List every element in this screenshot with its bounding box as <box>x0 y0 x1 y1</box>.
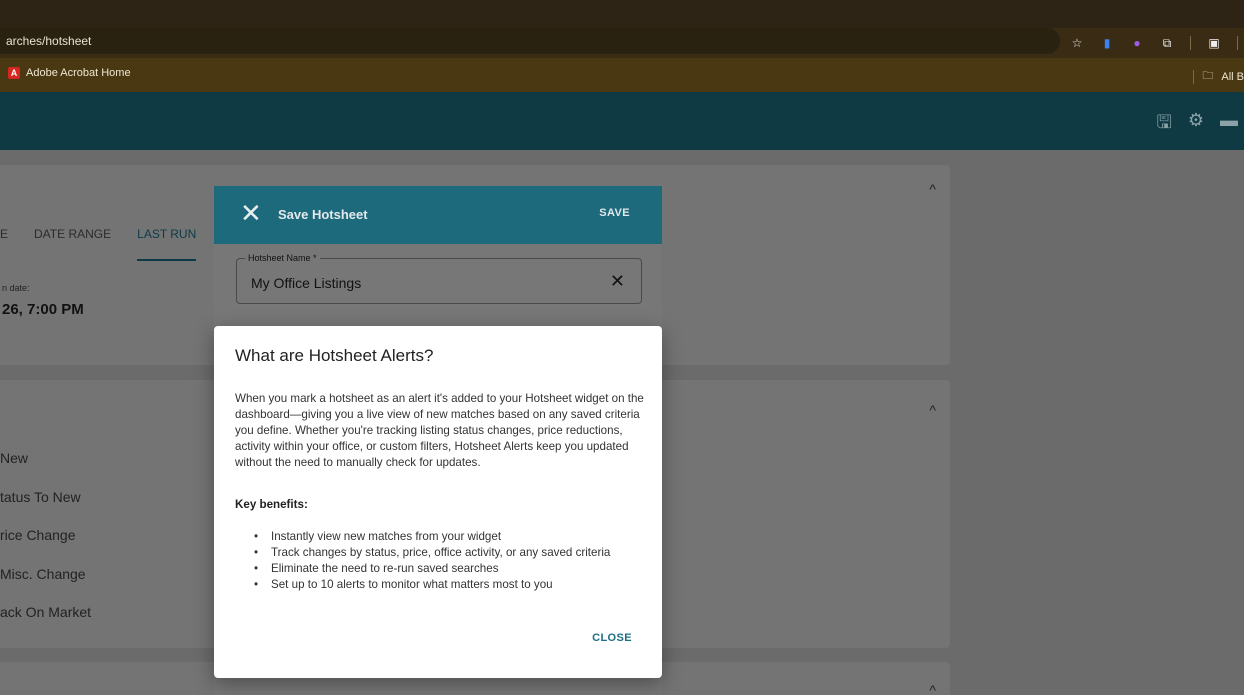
list-item: Instantly view new matches from your wid… <box>254 529 654 545</box>
clear-icon[interactable]: ✕ <box>610 271 625 292</box>
collapse-chevron-icon[interactable]: ^ <box>929 682 936 695</box>
info-body: When you mark a hotsheet as an alert it'… <box>235 392 644 469</box>
tab-e[interactable]: E <box>0 227 8 261</box>
run-date-value: 26, 7:00 PM <box>2 301 84 318</box>
benefits-list: Instantly view new matches from your wid… <box>254 529 654 593</box>
run-date-label: n date: <box>2 283 30 293</box>
bookmarks-divider <box>1193 69 1195 84</box>
extension-purple-icon[interactable]: ● <box>1130 36 1144 50</box>
close-icon[interactable]: ✕ <box>240 200 262 226</box>
list-item: Set up to 10 alerts to monitor what matt… <box>254 577 654 593</box>
list-item: Eliminate the need to re-run saved searc… <box>254 561 654 577</box>
toolbar-divider <box>1237 36 1238 50</box>
save-icon[interactable]: 🖫 <box>1157 110 1172 140</box>
hotsheet-name-field[interactable]: Hotsheet Name * My Office Listings ✕ <box>236 253 642 304</box>
gear-icon[interactable]: ⚙ <box>1188 110 1204 140</box>
puzzle-icon[interactable]: ⧉ <box>1160 36 1174 50</box>
benefits-title: Key benefits: <box>235 498 308 511</box>
bookmark-label: Adobe Acrobat Home <box>26 67 131 79</box>
list-item[interactable]: tatus To New <box>0 489 91 528</box>
list-item[interactable]: rice Change <box>0 527 91 566</box>
extension-blue-icon[interactable]: ▮ <box>1100 36 1114 50</box>
url-text[interactable]: arches/hotsheet <box>6 34 91 48</box>
save-button[interactable]: SAVE <box>599 207 630 219</box>
field-value[interactable]: My Office Listings <box>251 275 361 291</box>
header-actions: 🖫 ⚙ ▬ <box>1157 110 1238 140</box>
close-button[interactable]: CLOSE <box>592 632 632 644</box>
bookmarks-bar: A Adobe Acrobat Home 🗀 All B <box>0 58 1244 92</box>
tab-date-range[interactable]: DATE RANGE <box>34 227 111 261</box>
field-label: Hotsheet Name * <box>245 253 320 263</box>
info-title: What are Hotsheet Alerts? <box>235 346 434 365</box>
toolbar-divider <box>1190 36 1191 50</box>
status-list: New tatus To New rice Change Misc. Chang… <box>0 450 91 643</box>
all-bookmarks-label: All B <box>1221 70 1244 83</box>
app-header: 🖫 ⚙ ▬ <box>0 92 1244 150</box>
all-bookmarks[interactable]: 🗀 All B <box>1193 67 1244 86</box>
collapse-chevron-icon[interactable]: ^ <box>929 181 936 197</box>
hotsheet-alerts-info-dialog: What are Hotsheet Alerts? When you mark … <box>214 326 662 678</box>
list-item[interactable]: Misc. Change <box>0 566 91 605</box>
browser-tabstrip <box>0 0 1244 30</box>
bookmark-adobe-acrobat[interactable]: A Adobe Acrobat Home <box>8 67 131 79</box>
list-item[interactable]: New <box>0 450 91 489</box>
date-tabs: E DATE RANGE LAST RUN <box>0 227 197 261</box>
dialog-title: Save Hotsheet <box>278 207 368 222</box>
pdf-icon: A <box>8 67 20 79</box>
folder-icon[interactable]: ▬ <box>1220 110 1238 140</box>
list-item[interactable]: ack On Market <box>0 604 91 643</box>
list-item: Track changes by status, price, office a… <box>254 545 654 561</box>
dialog-header: ✕ Save Hotsheet SAVE <box>214 186 662 244</box>
address-bar[interactable]: arches/hotsheet <box>0 28 1060 54</box>
star-icon[interactable]: ☆ <box>1070 36 1084 50</box>
reader-icon[interactable]: ▣ <box>1207 36 1221 50</box>
address-bar-area: arches/hotsheet ☆ ▮ ● ⧉ ▣ <box>0 28 1244 58</box>
collapse-chevron-icon[interactable]: ^ <box>929 402 936 418</box>
folder-icon: 🗀 <box>1202 70 1214 82</box>
tab-last-run[interactable]: LAST RUN <box>137 227 197 261</box>
browser-toolbar-icons: ☆ ▮ ● ⧉ ▣ <box>1070 32 1244 54</box>
